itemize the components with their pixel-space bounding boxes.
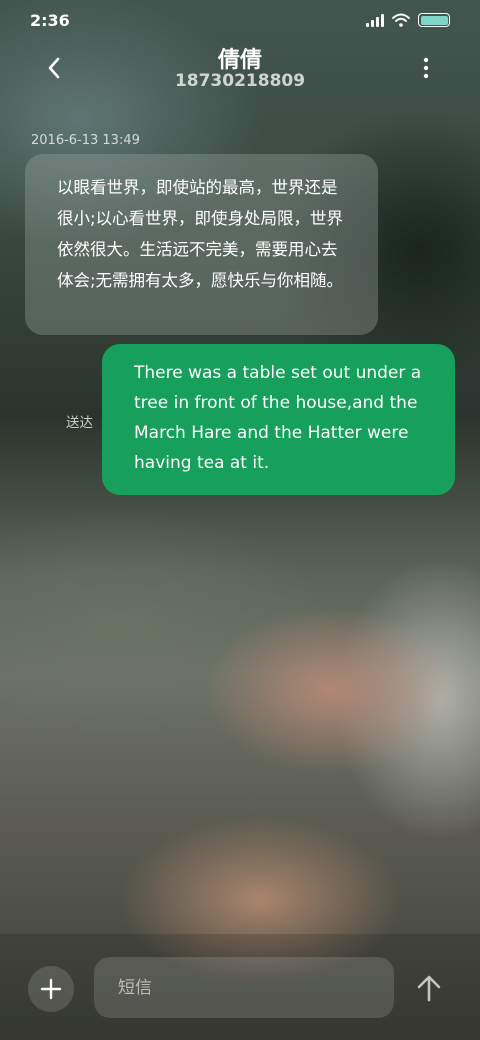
wifi-icon [392,13,410,27]
outgoing-message-text: There was a table set out under a tree i… [134,363,422,473]
message-timestamp: 2016-6-13 13:49 [31,133,140,148]
message-composer [0,934,480,1040]
more-vertical-icon [423,57,429,79]
conversation-header: 倩倩 18730218809 [0,40,480,100]
arrow-up-icon [417,975,441,1002]
status-time: 2:36 [30,10,70,30]
battery-level [420,15,448,25]
status-icons [366,13,450,27]
send-button[interactable] [412,968,446,1008]
plus-icon [40,978,62,1000]
incoming-message-bubble[interactable]: 以眼看世界，即使站的最高，世界还是很小;以心看世界，即使身处局限，世界依然很大。… [25,154,378,335]
more-options-button[interactable] [412,54,440,82]
contact-number: 18730218809 [174,71,306,91]
signal-icon [366,13,384,27]
battery-icon [418,13,450,27]
delivery-status: 送达 [66,415,93,431]
status-bar: 2:36 [0,0,480,40]
add-attachment-button[interactable] [28,966,74,1012]
sms-input[interactable] [94,957,394,1018]
contact-name: 倩倩 [217,48,262,73]
messaging-screen: 2:36 倩倩 18730218809 2016-6-13 13:49 以眼看世… [0,0,480,1040]
incoming-message-text: 以眼看世界，即使站的最高，世界还是很小;以心看世界，即使身处局限，世界依然很大。… [57,178,344,290]
outgoing-message-bubble[interactable]: There was a table set out under a tree i… [102,344,455,495]
